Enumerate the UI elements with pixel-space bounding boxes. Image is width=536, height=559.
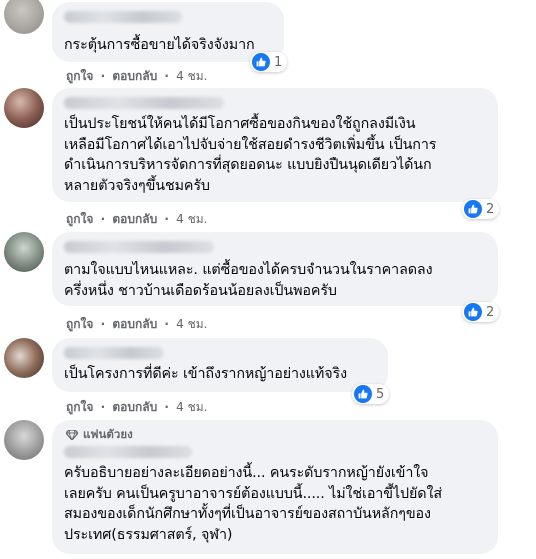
comment-text: ครับอธิบายอย่างละเอียดอย่างนี้... คนระดั… [64,465,442,543]
like-link[interactable]: ถูกใจ [66,67,93,86]
commenter-name-blurred[interactable] [64,347,164,359]
timestamp[interactable]: 4 ชม. [176,398,207,417]
reaction-number: 2 [486,201,495,217]
like-link[interactable]: ถูกใจ [66,398,93,417]
commenter-name-blurred[interactable] [64,241,214,253]
comment-actions: ถูกใจ · ตอบกลับ · 4 ชม. [66,210,207,229]
reply-link[interactable]: ตอบกลับ [112,398,157,417]
like-link[interactable]: ถูกใจ [66,210,93,229]
avatar[interactable] [4,338,44,378]
diamond-icon [66,430,78,440]
timestamp[interactable]: 4 ชม. [176,67,207,86]
avatar[interactable] [4,232,44,272]
commenter-name-blurred[interactable] [64,11,182,23]
like-link[interactable]: ถูกใจ [66,315,93,334]
reaction-count[interactable]: 2 [462,302,500,322]
thumbs-up-icon [464,200,482,218]
reaction-count[interactable]: 2 [462,199,500,219]
reply-link[interactable]: ตอบกลับ [112,315,157,334]
thumbs-up-icon [464,303,482,321]
top-fan-badge: แฟนตัวยง [66,426,133,444]
reaction-number: 1 [274,54,283,70]
timestamp[interactable]: 4 ชม. [176,210,207,229]
comment-bubble: เป็นประโยชน์ให้คนได้มีโอกาศซื้อของกินของ… [52,88,498,202]
comment-text: เป็นประโยชน์ให้คนได้มีโอกาศซื้อของกินของ… [64,116,437,194]
comment-bubble: เป็นโครงการที่ดีค่ะ เข้าถึงรากหญ้าอย่างแ… [52,338,388,392]
comment-actions: ถูกใจ · ตอบกลับ · 4 ชม. [66,315,207,334]
avatar[interactable] [4,0,44,34]
comment-bubble: แฟนตัวยง ครับอธิบายอย่างละเอียดอย่างนี้.… [52,420,498,554]
commenter-name-blurred[interactable] [64,446,192,458]
reaction-count[interactable]: 1 [250,52,288,72]
reply-link[interactable]: ตอบกลับ [112,67,157,86]
reaction-number: 5 [376,386,385,402]
comment-bubble: กระตุ้นการซื้อขายได้จริงจังมาก [52,2,284,62]
badge-label: แฟนตัวยง [83,427,133,441]
reaction-number: 2 [486,304,495,320]
comment-text: กระตุ้นการซื้อขายได้จริงจังมาก [64,37,255,53]
thumbs-up-icon [252,53,270,71]
timestamp[interactable]: 4 ชม. [176,315,207,334]
comment-text: เป็นโครงการที่ดีค่ะ เข้าถึงรากหญ้าอย่างแ… [64,366,347,382]
reaction-count[interactable]: 5 [352,384,390,404]
comment-bubble: ตามใจแบบไหนแหละ. แต่ซื้อของได้ครบจำนวนใน… [52,232,498,306]
reply-link[interactable]: ตอบกลับ [112,210,157,229]
comment-text: ตามใจแบบไหนแหละ. แต่ซื้อของได้ครบจำนวนใน… [64,262,433,299]
commenter-name-blurred[interactable] [64,97,224,109]
comment-actions: ถูกใจ · ตอบกลับ · 4 ชม. [66,67,207,86]
avatar[interactable] [4,420,44,460]
comment-actions: ถูกใจ · ตอบกลับ · 4 ชม. [66,398,207,417]
thumbs-up-icon [354,385,372,403]
avatar[interactable] [4,88,44,128]
